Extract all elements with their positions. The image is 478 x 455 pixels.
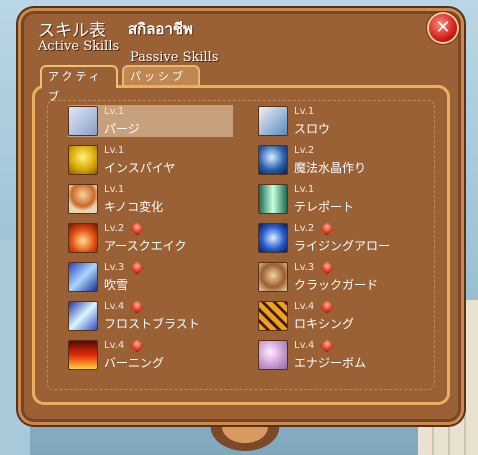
passive-skills-label: Passive Skills bbox=[130, 50, 219, 65]
close-icon: ✕ bbox=[435, 17, 451, 38]
skill-level: Lv.1 bbox=[294, 106, 315, 117]
skill-item[interactable]: Lv.2 アースクエイク bbox=[68, 221, 233, 254]
crystal-ball-icon[interactable] bbox=[258, 145, 288, 175]
gem-icon bbox=[319, 338, 335, 354]
close-button[interactable]: ✕ bbox=[429, 14, 457, 42]
gem-icon bbox=[319, 260, 335, 276]
skill-name: バーニング bbox=[104, 356, 165, 370]
skill-name: クラックガード bbox=[294, 278, 379, 292]
skill-item[interactable]: Lv.2 ライジングアロー bbox=[258, 221, 423, 254]
gem-icon bbox=[319, 299, 335, 315]
skill-level: Lv.1 bbox=[104, 145, 125, 156]
teleport-beam-icon[interactable] bbox=[258, 184, 288, 214]
skill-item[interactable]: Lv.4 ロキシング bbox=[258, 299, 423, 332]
gem-icon bbox=[129, 260, 145, 276]
mushroom-icon[interactable] bbox=[68, 184, 98, 214]
skill-item[interactable]: Lv.1 スロウ bbox=[258, 105, 423, 137]
hourglass-icon[interactable] bbox=[258, 106, 288, 136]
skill-level: Lv.4 bbox=[294, 340, 315, 351]
skill-level: Lv.3 bbox=[294, 262, 315, 273]
skill-name: パージ bbox=[104, 122, 140, 136]
gem-icon bbox=[129, 338, 145, 354]
skill-name: テレポート bbox=[294, 200, 355, 214]
skill-name: スロウ bbox=[294, 122, 331, 136]
burning-icon[interactable] bbox=[68, 340, 98, 370]
skill-name: フロストブラスト bbox=[104, 317, 200, 331]
skill-item[interactable]: Lv.1 インスパイヤ bbox=[68, 144, 233, 176]
window-titlebar[interactable]: スキル表 สกิลอาชีพ Active Skills Passive Ski… bbox=[18, 8, 464, 70]
lock-sing-icon[interactable] bbox=[258, 301, 288, 331]
window-title-thai: สกิลอาชีพ bbox=[128, 20, 193, 38]
skill-item[interactable]: Lv.4 エナジーボム bbox=[258, 338, 423, 371]
skill-name: キノコ変化 bbox=[104, 200, 164, 214]
skill-level: Lv.1 bbox=[294, 184, 315, 195]
skill-item[interactable]: Lv.1 テレポート bbox=[258, 183, 423, 215]
tab-passive-label: パッシブ bbox=[130, 70, 186, 83]
feather-icon[interactable] bbox=[68, 106, 98, 136]
skill-name: エナジーボム bbox=[294, 356, 367, 370]
skill-name: アースクエイク bbox=[104, 239, 187, 253]
crack-guard-icon[interactable] bbox=[258, 262, 288, 292]
skill-item[interactable]: Lv.4 バーニング bbox=[68, 338, 233, 371]
skill-item[interactable]: Lv.1 キノコ変化 bbox=[68, 183, 233, 215]
skill-name: ライジングアロー bbox=[294, 239, 391, 253]
energy-bomb-icon[interactable] bbox=[258, 340, 288, 370]
skill-name: 吹雪 bbox=[104, 278, 129, 292]
skill-level: Lv.1 bbox=[104, 106, 125, 117]
skill-item[interactable]: Lv.2 魔法水晶作り bbox=[258, 144, 423, 176]
tab-passive[interactable]: パッシブ bbox=[122, 65, 200, 85]
skill-name: 魔法水晶作り bbox=[294, 161, 367, 175]
blizzard-icon[interactable] bbox=[68, 262, 98, 292]
gem-icon bbox=[319, 221, 335, 237]
frost-blast-icon[interactable] bbox=[68, 301, 98, 331]
skill-level: Lv.1 bbox=[104, 184, 125, 195]
lightbulb-icon[interactable] bbox=[68, 145, 98, 175]
skill-panel: Lv.1 パージ Lv.1 スロウ Lv.1 インスパイヤ Lv.2 魔法水晶作り Lv.1 キノ… bbox=[32, 85, 450, 405]
skill-name: ロキシング bbox=[294, 317, 355, 331]
gem-icon bbox=[129, 221, 145, 237]
skill-level: Lv.2 bbox=[104, 223, 125, 234]
tab-active[interactable]: アクティブ bbox=[40, 65, 118, 103]
skill-item[interactable]: Lv.3 クラックガード bbox=[258, 260, 423, 293]
active-skills-label: Active Skills bbox=[38, 39, 120, 54]
skill-level: Lv.3 bbox=[104, 262, 125, 273]
rising-arrow-icon[interactable] bbox=[258, 223, 288, 253]
skill-list: Lv.1 パージ Lv.1 スロウ Lv.1 インスパイヤ Lv.2 魔法水晶作り Lv.1 キノ… bbox=[47, 100, 435, 390]
skill-item[interactable]: Lv.3 吹雪 bbox=[68, 260, 233, 293]
skill-window: スキル表 สกิลอาชีพ Active Skills Passive Ski… bbox=[18, 8, 464, 425]
earthquake-icon[interactable] bbox=[68, 223, 98, 253]
skill-level: Lv.4 bbox=[294, 301, 315, 312]
skill-item[interactable]: Lv.4 フロストブラスト bbox=[68, 299, 233, 332]
gem-icon bbox=[129, 299, 145, 315]
skill-item[interactable]: Lv.1 パージ bbox=[68, 105, 233, 137]
skill-name: インスパイヤ bbox=[104, 161, 176, 175]
skill-level: Lv.2 bbox=[294, 145, 315, 156]
window-title-japanese: スキル表 bbox=[38, 21, 106, 41]
skill-level: Lv.4 bbox=[104, 340, 125, 351]
skill-level: Lv.4 bbox=[104, 301, 125, 312]
skill-level: Lv.2 bbox=[294, 223, 315, 234]
